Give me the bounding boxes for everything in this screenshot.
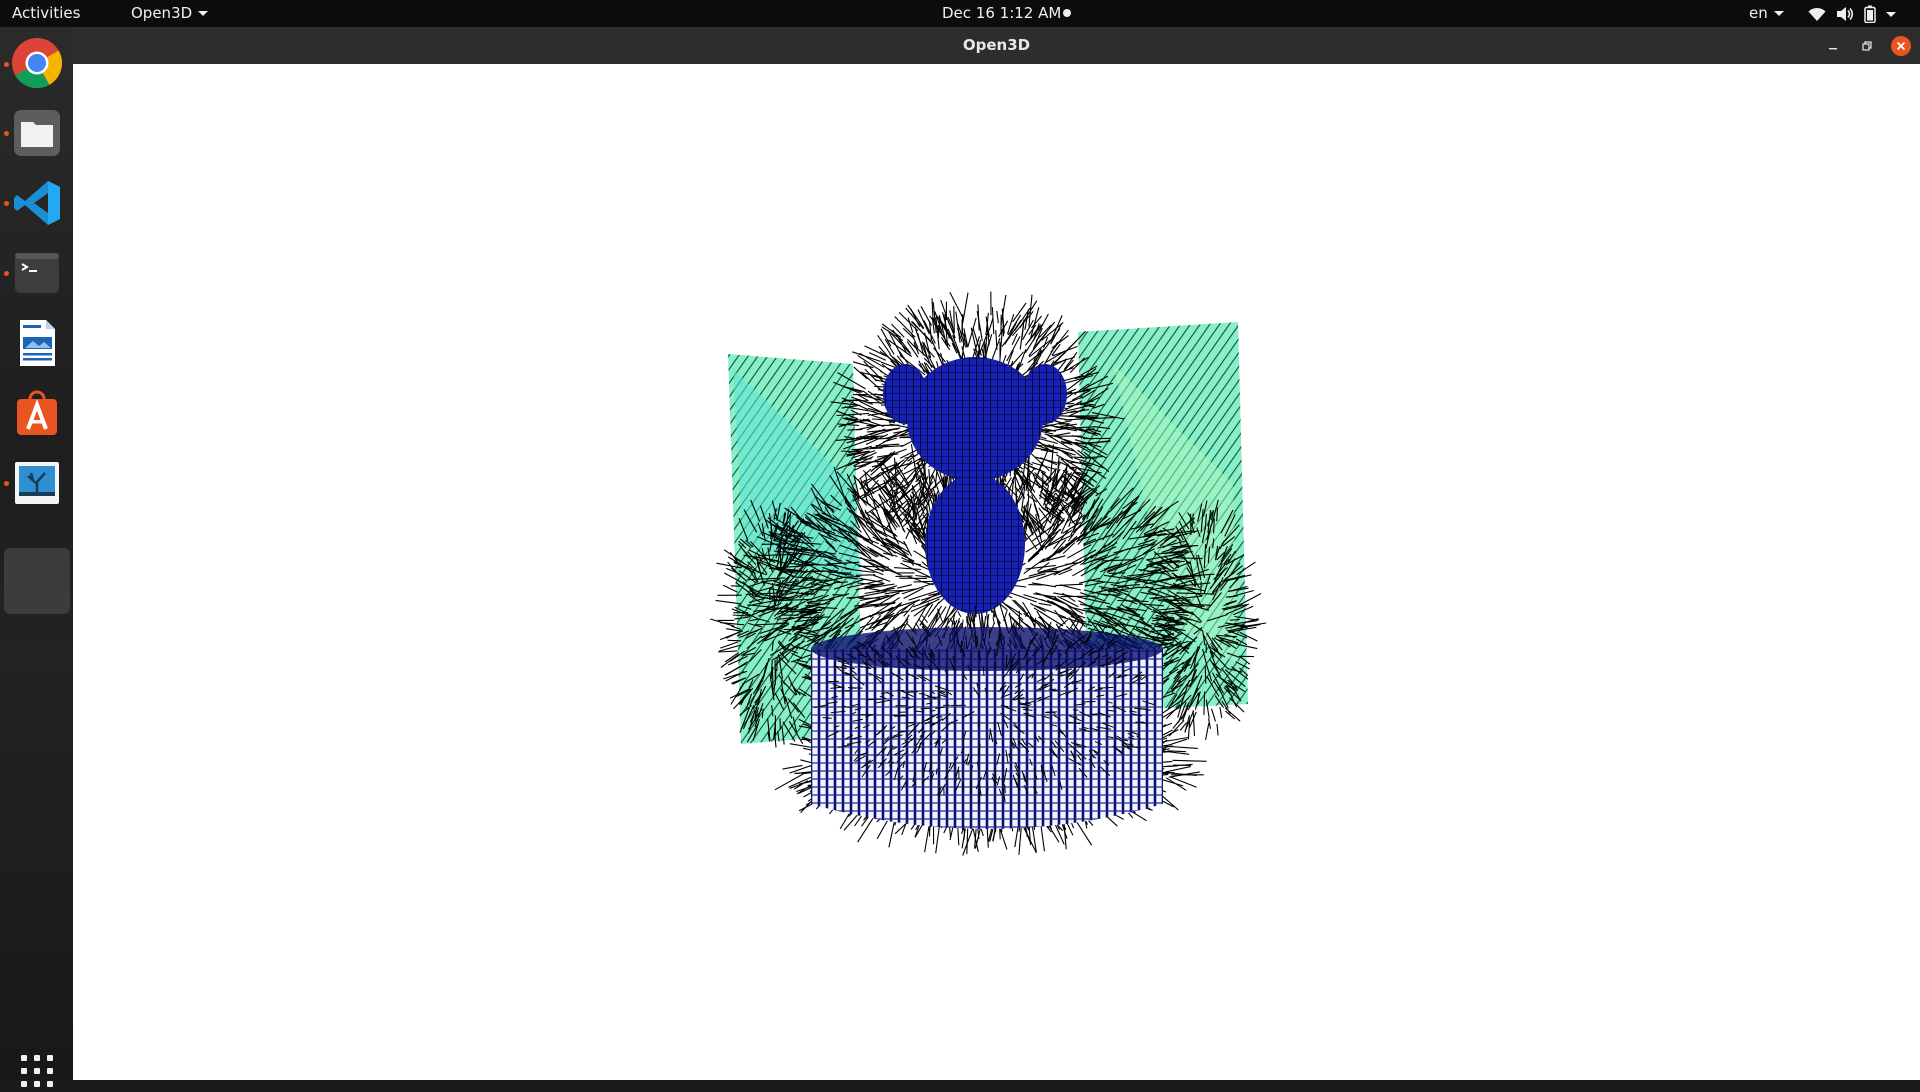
minimize-button[interactable] — [1821, 34, 1845, 58]
activities-button[interactable]: Activities — [12, 0, 80, 27]
dock-app-vscode[interactable] — [11, 177, 63, 229]
language-label: en — [1749, 4, 1768, 22]
close-button[interactable] — [1889, 34, 1913, 58]
3d-viewport[interactable] — [73, 64, 1920, 1080]
vscode-icon — [11, 177, 63, 229]
open3d-window-icon — [4, 548, 70, 614]
dock-app-terminal[interactable] — [11, 247, 63, 299]
close-icon — [1896, 41, 1906, 51]
battery-icon — [1864, 5, 1876, 23]
chrome-icon — [11, 37, 63, 89]
show-applications-button[interactable] — [20, 1054, 54, 1088]
notification-dot-icon — [1063, 9, 1071, 17]
chevron-down-icon — [198, 11, 208, 16]
window-title: Open3D — [73, 27, 1920, 64]
running-indicator — [4, 201, 9, 206]
running-indicator — [4, 271, 9, 276]
top-bar: Activities Open3D Dec 16 1:12 AM en — [0, 0, 1920, 27]
close-circle — [1891, 36, 1911, 56]
dock-app-writer[interactable] — [11, 317, 63, 369]
terminal-icon — [11, 247, 63, 299]
system-tray[interactable] — [1808, 4, 1896, 24]
running-indicator — [4, 481, 9, 486]
maximize-icon — [1861, 40, 1873, 52]
grid-icon — [20, 1054, 54, 1088]
files-icon — [11, 107, 63, 159]
image-viewer-icon — [11, 457, 63, 509]
dock — [0, 27, 73, 1080]
window-titlebar[interactable]: Open3D — [73, 27, 1920, 64]
app-menu-label: Open3D — [131, 4, 192, 22]
dock-app-image-viewer[interactable] — [11, 457, 63, 509]
software-icon — [11, 387, 63, 439]
dock-app-software[interactable] — [11, 387, 63, 439]
minimize-icon — [1827, 40, 1839, 52]
maximize-button[interactable] — [1855, 34, 1879, 58]
dock-app-open3d[interactable] — [4, 548, 70, 614]
system-menu-caret-icon — [1886, 12, 1896, 17]
dock-app-files[interactable] — [11, 107, 63, 159]
chevron-down-icon — [1774, 11, 1784, 16]
app-menu[interactable]: Open3D — [131, 0, 208, 27]
figure-torso — [925, 474, 1025, 614]
clock[interactable]: Dec 16 1:12 AM — [942, 0, 1061, 27]
wifi-icon — [1808, 6, 1826, 22]
figure-head — [907, 357, 1043, 481]
language-selector[interactable]: en — [1749, 0, 1784, 27]
running-indicator — [4, 62, 9, 67]
dock-app-chrome[interactable] — [11, 37, 63, 89]
running-indicator — [4, 131, 9, 136]
point-cloud-render — [73, 64, 1920, 1080]
open3d-window: Open3D — [73, 27, 1920, 1080]
writer-icon — [11, 317, 63, 369]
volume-icon — [1836, 6, 1854, 22]
